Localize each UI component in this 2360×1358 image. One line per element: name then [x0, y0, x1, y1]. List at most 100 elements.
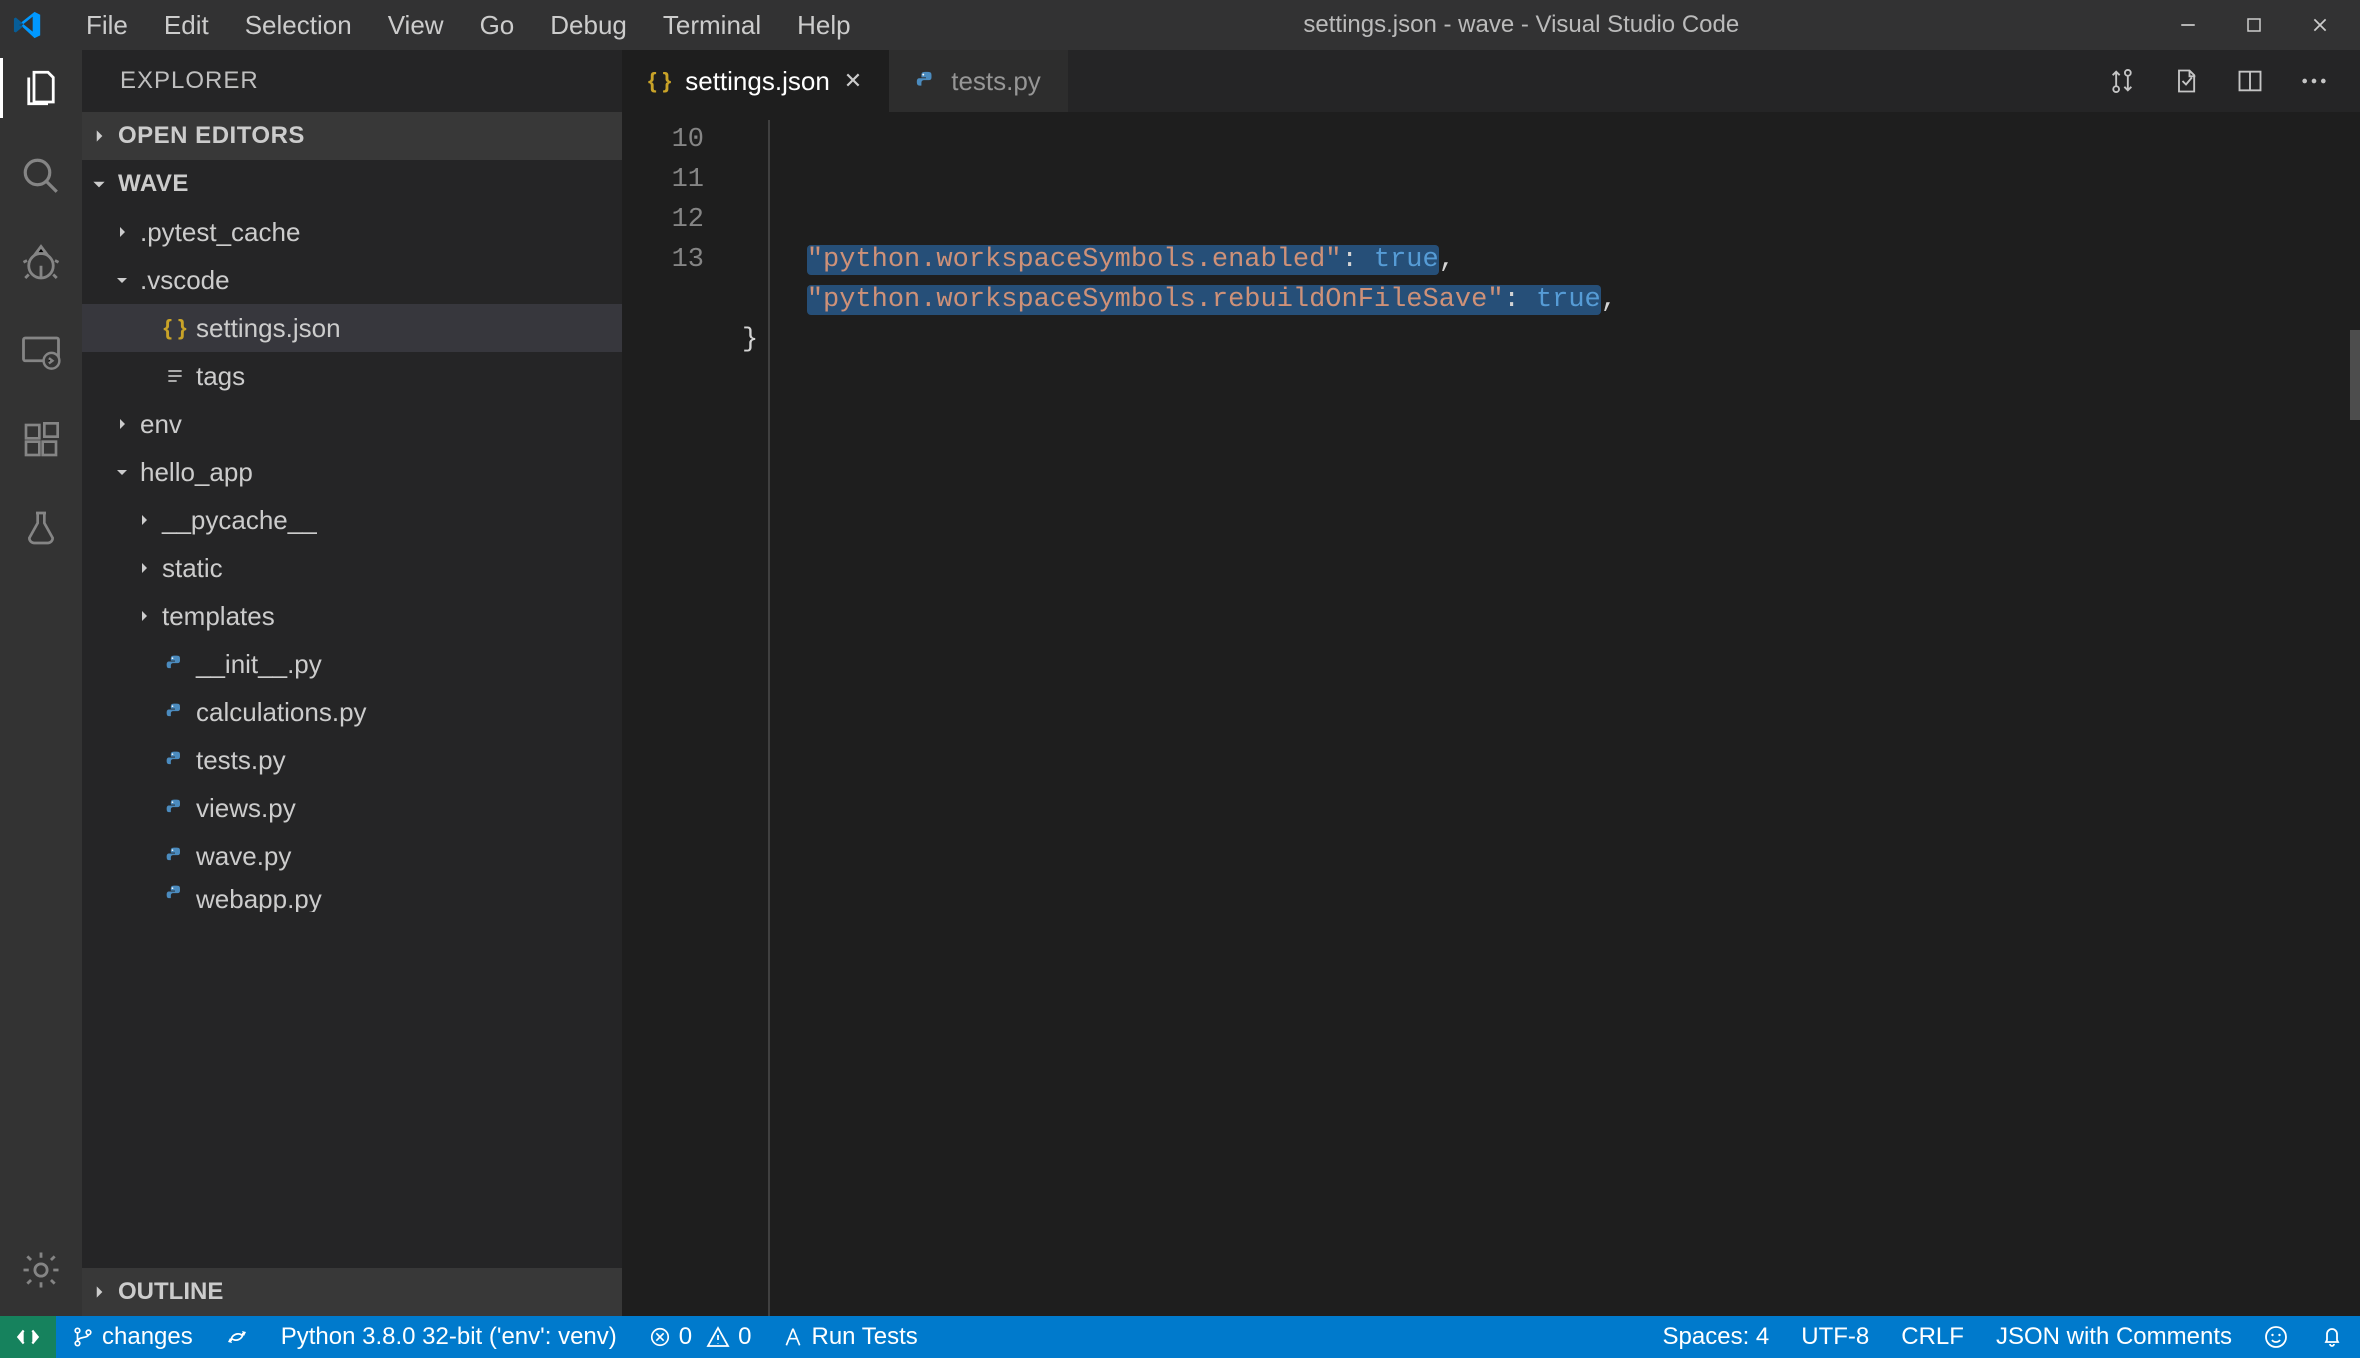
- tree-item[interactable]: tests.py: [82, 736, 622, 784]
- status-bar: changes Python 3.8.0 32-bit ('env': venv…: [0, 1316, 2360, 1358]
- tree-item[interactable]: webapp.py: [82, 880, 622, 912]
- tree-item[interactable]: env: [82, 400, 622, 448]
- maximize-button[interactable]: [2240, 11, 2268, 39]
- menu-terminal[interactable]: Terminal: [645, 4, 779, 47]
- eol[interactable]: CRLF: [1885, 1323, 1980, 1351]
- language-mode[interactable]: JSON with Comments: [1980, 1323, 2248, 1351]
- tree-item[interactable]: hello_app: [82, 448, 622, 496]
- python-interpreter[interactable]: Python 3.8.0 32-bit ('env': venv): [265, 1323, 633, 1351]
- open-editors-header[interactable]: OPEN EDITORS: [82, 112, 622, 160]
- folder-label: templates: [162, 601, 275, 632]
- tree-item[interactable]: __pycache__: [82, 496, 622, 544]
- file-label: views.py: [196, 793, 296, 824]
- open-editors-label: OPEN EDITORS: [118, 122, 305, 150]
- sidebar-title: EXPLORER: [82, 50, 622, 112]
- language-label: JSON with Comments: [1996, 1323, 2232, 1351]
- folder-label: __pycache__: [162, 505, 317, 536]
- tree-item[interactable]: calculations.py: [82, 688, 622, 736]
- json-icon: { }: [163, 315, 186, 341]
- debug-icon[interactable]: [19, 242, 63, 286]
- run-tests[interactable]: Run Tests: [767, 1323, 933, 1351]
- tab-label: tests.py: [951, 66, 1041, 97]
- menu-file[interactable]: File: [68, 4, 146, 47]
- compare-changes-icon[interactable]: [2106, 65, 2138, 97]
- code-editor[interactable]: 10111213 "python.workspaceSymbols.enable…: [622, 112, 2360, 1316]
- indentation[interactable]: Spaces: 4: [1647, 1323, 1786, 1351]
- tab-tests-py[interactable]: tests.py: [889, 50, 1068, 112]
- menu-debug[interactable]: Debug: [532, 4, 645, 47]
- chevron-right-icon: [112, 224, 132, 240]
- sync-icon[interactable]: [209, 1325, 265, 1349]
- eol-label: CRLF: [1901, 1323, 1964, 1351]
- scrollbar-thumb[interactable]: [2350, 330, 2360, 420]
- sidebar: EXPLORER OPEN EDITORS WAVE .pytest_cache…: [82, 50, 622, 1316]
- menu-view[interactable]: View: [370, 4, 462, 47]
- activity-bar: [0, 50, 82, 1316]
- settings-gear-icon[interactable]: [19, 1248, 63, 1292]
- chevron-down-icon: [90, 175, 108, 193]
- warning-count: 0: [738, 1323, 751, 1351]
- tree-item[interactable]: { } settings.json: [82, 304, 622, 352]
- menu-edit[interactable]: Edit: [146, 4, 227, 47]
- python-icon: [165, 750, 185, 770]
- tree-item[interactable]: tags: [82, 352, 622, 400]
- close-button[interactable]: [2306, 11, 2334, 39]
- folder-label: .pytest_cache: [140, 217, 300, 248]
- chevron-down-icon: [112, 464, 132, 480]
- tree-item[interactable]: templates: [82, 592, 622, 640]
- chevron-right-icon: [90, 1283, 108, 1301]
- editor-area: { } settings.json ✕ tests.py: [622, 50, 2360, 1316]
- menu-bar: File Edit Selection View Go Debug Termin…: [68, 4, 869, 47]
- file-label: wave.py: [196, 841, 291, 872]
- split-editor-icon[interactable]: [2234, 65, 2266, 97]
- menu-selection[interactable]: Selection: [227, 4, 370, 47]
- window-title: settings.json - wave - Visual Studio Cod…: [869, 11, 2174, 39]
- encoding[interactable]: UTF-8: [1785, 1323, 1885, 1351]
- remote-indicator[interactable]: [0, 1316, 56, 1358]
- python-icon: [165, 702, 185, 722]
- close-tab-icon[interactable]: ✕: [844, 68, 862, 94]
- remote-explorer-icon[interactable]: [19, 330, 63, 374]
- minimize-button[interactable]: [2174, 11, 2202, 39]
- open-changes-icon[interactable]: [2170, 65, 2202, 97]
- file-tree[interactable]: .pytest_cache .vscode { } settings.json tags…: [82, 208, 622, 1268]
- workspace-header[interactable]: WAVE: [82, 160, 622, 208]
- problems[interactable]: 0 0: [633, 1323, 768, 1351]
- editor-tabs: { } settings.json ✕ tests.py: [622, 50, 2360, 112]
- extensions-icon[interactable]: [19, 418, 63, 462]
- notifications-icon[interactable]: [2304, 1325, 2360, 1349]
- tree-item[interactable]: .vscode: [82, 256, 622, 304]
- title-bar: File Edit Selection View Go Debug Termin…: [0, 0, 2360, 50]
- chevron-down-icon: [112, 272, 132, 288]
- tree-item[interactable]: wave.py: [82, 832, 622, 880]
- menu-go[interactable]: Go: [462, 4, 533, 47]
- test-icon[interactable]: [19, 506, 63, 550]
- folder-label: .vscode: [140, 265, 230, 296]
- folder-label: hello_app: [140, 457, 253, 488]
- json-icon: { }: [648, 68, 671, 94]
- tree-item[interactable]: views.py: [82, 784, 622, 832]
- git-branch[interactable]: changes: [56, 1323, 209, 1351]
- feedback-icon[interactable]: [2248, 1325, 2304, 1349]
- more-actions-icon[interactable]: [2298, 65, 2330, 97]
- file-label: __init__.py: [196, 649, 322, 680]
- file-label: settings.json: [196, 313, 341, 344]
- tab-settings-json[interactable]: { } settings.json ✕: [622, 50, 889, 112]
- line-numbers: 10111213: [622, 120, 742, 1316]
- tree-item[interactable]: .pytest_cache: [82, 208, 622, 256]
- search-icon[interactable]: [19, 154, 63, 198]
- code-content[interactable]: "python.workspaceSymbols.enabled": true,…: [742, 120, 2360, 1316]
- outline-header[interactable]: OUTLINE: [82, 1268, 622, 1316]
- window-controls: [2174, 11, 2348, 39]
- explorer-icon[interactable]: [19, 66, 63, 110]
- chevron-right-icon: [134, 608, 154, 624]
- text-file-icon: [165, 366, 185, 386]
- python-icon: [915, 70, 937, 92]
- tree-item[interactable]: static: [82, 544, 622, 592]
- tree-item[interactable]: __init__.py: [82, 640, 622, 688]
- file-label: calculations.py: [196, 697, 367, 728]
- vscode-logo-icon: [12, 9, 44, 41]
- tab-label: settings.json: [685, 66, 830, 97]
- menu-help[interactable]: Help: [779, 4, 868, 47]
- folder-label: static: [162, 553, 223, 584]
